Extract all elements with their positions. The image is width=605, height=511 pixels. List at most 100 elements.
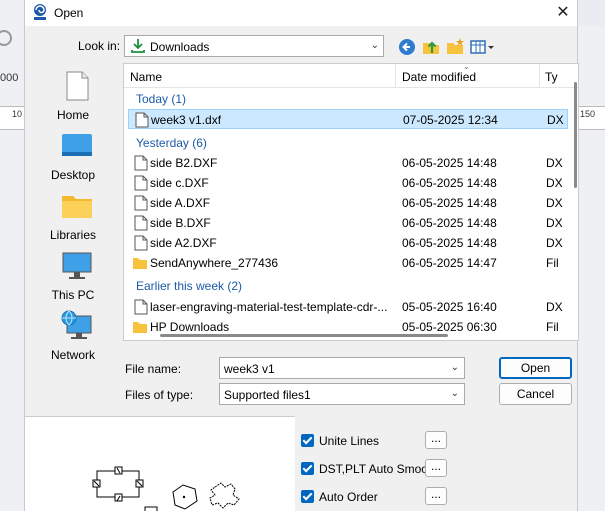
folder-icon <box>133 258 147 269</box>
file-type: DX <box>546 176 563 190</box>
column-divider[interactable] <box>395 64 396 88</box>
auto-order-settings-button[interactable]: ... <box>425 487 447 505</box>
file-date: 06-05-2025 14:47 <box>402 256 497 270</box>
file-date: 06-05-2025 14:48 <box>402 236 497 250</box>
column-type[interactable]: Ty <box>545 70 558 84</box>
file-type: DX <box>546 216 563 230</box>
file-name-input[interactable]: week3 v1 ⌄ <box>219 357 465 379</box>
file-type: Fil <box>546 320 559 334</box>
desktop-icon <box>62 134 92 156</box>
file-row[interactable]: side A.DXF 06-05-2025 14:48 DX <box>128 193 568 213</box>
chevron-down-icon[interactable]: ⌄ <box>451 362 459 373</box>
look-in-label: Look in: <box>78 39 121 53</box>
place-home[interactable]: Home <box>31 70 115 128</box>
file-icon <box>134 299 148 315</box>
app-logo-icon <box>34 4 46 20</box>
place-network[interactable]: Network <box>31 310 115 368</box>
file-list-header: Name Date modified ⌄ Ty <box>124 64 578 88</box>
file-row[interactable]: week3 v1.dxf 07-05-2025 12:34 DX <box>128 109 568 129</box>
files-of-type-label: Files of type: <box>125 388 194 402</box>
folder-name: HP Downloads <box>150 320 230 334</box>
group-header-yesterday[interactable]: Yesterday (6) <box>136 136 207 150</box>
ruler-right: 150 <box>578 106 605 130</box>
file-type: Fil <box>546 256 559 270</box>
sort-caret-icon: ⌄ <box>463 63 470 71</box>
group-header-earlier-this-week[interactable]: Earlier this week (2) <box>136 279 242 293</box>
file-list[interactable]: Name Date modified ⌄ Ty Today (1) week3 … <box>123 63 579 341</box>
file-row[interactable]: side c.DXF 06-05-2025 14:48 DX <box>128 173 568 193</box>
file-icon <box>135 112 149 128</box>
file-name: side A.DXF <box>150 196 211 210</box>
place-network-label: Network <box>50 348 95 362</box>
auto-smooth-checkbox[interactable] <box>301 462 314 475</box>
libraries-icon <box>62 196 92 218</box>
cancel-button[interactable]: Cancel <box>499 383 572 405</box>
file-type: DX <box>546 236 563 250</box>
unite-lines-checkbox[interactable] <box>301 434 314 447</box>
close-icon: ✕ <box>556 4 570 21</box>
open-button[interactable]: Open <box>499 357 572 379</box>
group-header-today[interactable]: Today (1) <box>136 92 186 106</box>
chevron-down-icon: ⌄ <box>370 40 379 51</box>
ruler-left: 10 <box>0 106 24 130</box>
unite-lines-settings-button[interactable]: ... <box>425 431 447 449</box>
open-dialog: Open ✕ Look in: Downloads ⌄ Home Desktop… <box>24 0 579 511</box>
place-this-pc[interactable]: This PC <box>31 250 115 308</box>
file-icon <box>134 195 148 211</box>
background-app-left: 000 10 <box>0 0 24 511</box>
auto-smooth-settings-button[interactable]: ... <box>425 459 447 477</box>
vertical-scrollbar[interactable] <box>574 82 577 188</box>
network-icon <box>61 310 92 339</box>
files-of-type-select[interactable]: Supported files1 ⌄ <box>219 383 465 405</box>
file-icon <box>134 235 148 251</box>
file-type: DX <box>547 113 564 127</box>
chevron-down-icon: ⌄ <box>450 388 459 399</box>
title-bar: Open ✕ <box>25 0 577 26</box>
file-row[interactable]: side B.DXF 06-05-2025 14:48 DX <box>128 213 568 233</box>
place-desktop[interactable]: Desktop <box>31 130 115 188</box>
file-date: 05-05-2025 06:30 <box>402 320 497 334</box>
place-libraries[interactable]: Libraries <box>31 190 115 248</box>
new-folder-icon[interactable] <box>445 37 465 57</box>
places-bar: Home Desktop Libraries This PC Network <box>25 63 121 362</box>
drawing-preview <box>92 466 240 511</box>
folder-name: SendAnywhere_277436 <box>150 256 279 270</box>
file-row[interactable]: laser-engraving-material-test-template-c… <box>128 297 568 317</box>
file-name-value: week3 v1 <box>224 362 275 376</box>
file-row[interactable]: side B2.DXF 06-05-2025 14:48 DX <box>128 153 568 173</box>
column-name[interactable]: Name <box>130 70 162 84</box>
view-menu-icon[interactable] <box>469 37 495 57</box>
auto-order-checkbox[interactable] <box>301 490 314 503</box>
file-icon <box>134 215 148 231</box>
file-name: side c.DXF <box>150 176 209 190</box>
file-row[interactable]: side A2.DXF 06-05-2025 14:48 DX <box>128 233 568 253</box>
file-type: DX <box>546 300 563 314</box>
place-this-pc-label: This PC <box>51 288 95 302</box>
files-of-type-value: Supported files1 <box>224 388 311 402</box>
place-libraries-label: Libraries <box>49 228 97 242</box>
file-type: DX <box>546 196 563 210</box>
file-name: side B2.DXF <box>150 156 218 170</box>
dialog-title: Open <box>54 6 84 20</box>
file-type: DX <box>546 156 563 170</box>
folder-row[interactable]: SendAnywhere_277436 06-05-2025 14:47 Fil <box>128 253 568 273</box>
home-icon <box>66 71 89 101</box>
download-folder-icon <box>131 39 145 53</box>
close-button[interactable]: ✕ <box>549 0 577 26</box>
file-date: 06-05-2025 14:48 <box>402 196 497 210</box>
back-arrow-icon[interactable] <box>397 37 417 57</box>
column-date[interactable]: Date modified <box>402 70 476 84</box>
file-name: side A2.DXF <box>150 236 217 250</box>
column-divider[interactable] <box>539 64 540 88</box>
ruler-left-label: 10 <box>12 109 23 119</box>
zoom-icon <box>0 30 12 46</box>
look-in-combo[interactable]: Downloads ⌄ <box>124 35 384 57</box>
place-home-label: Home <box>56 108 89 122</box>
file-name-label: File name: <box>125 362 182 376</box>
horizontal-scrollbar[interactable] <box>160 334 448 337</box>
file-name: laser-engraving-material-test-template-c… <box>150 300 388 314</box>
file-name: week3 v1.dxf <box>151 113 222 127</box>
up-folder-icon[interactable] <box>421 37 441 57</box>
auto-order-label: Auto Order <box>319 490 378 504</box>
auto-smooth-label: DST,PLT Auto Smooth <box>319 462 438 476</box>
